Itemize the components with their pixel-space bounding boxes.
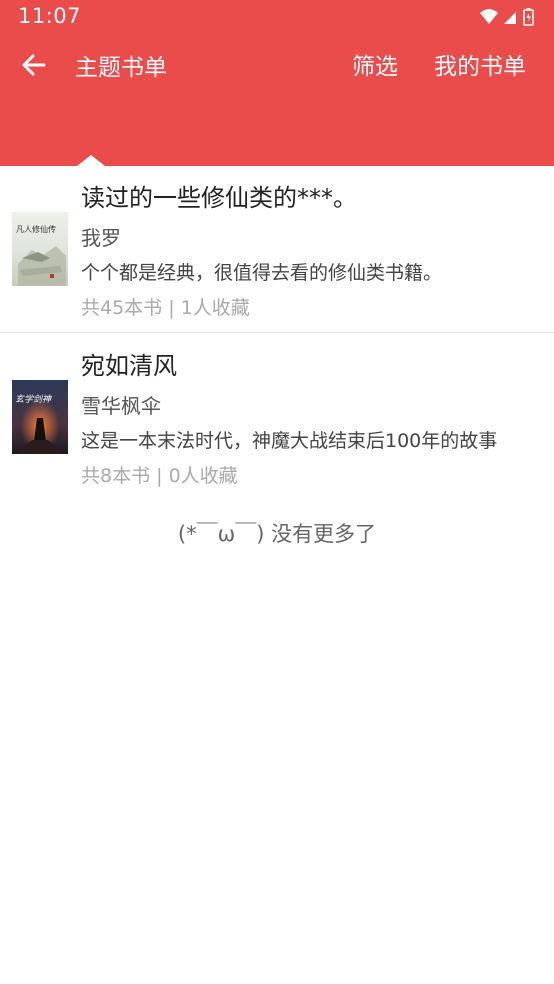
booklist-stats: 共8本书 | 0人收藏: [81, 461, 238, 488]
divider: [0, 332, 554, 333]
tab-indicator: [77, 155, 105, 166]
book-count: 共45本书: [81, 297, 163, 319]
filter-button[interactable]: 筛选: [352, 47, 398, 81]
booklist-title: 宛如清风: [81, 352, 177, 380]
book-cover-image: 玄学剑神: [12, 380, 68, 454]
svg-text:凡人修仙传: 凡人修仙传: [16, 224, 56, 234]
stats-separator: |: [156, 465, 169, 487]
status-icons: [478, 7, 538, 27]
svg-text:玄学剑神: 玄学剑神: [15, 394, 52, 405]
favorite-count: 0人收藏: [168, 465, 238, 487]
signal-icon: [504, 12, 516, 24]
booklist-author: 我罗: [81, 226, 121, 250]
wifi-icon: [480, 9, 498, 24]
favorite-count: 1人收藏: [180, 297, 250, 319]
header: 11:07 主题书单 筛选 我的书单: [0, 0, 554, 166]
no-more-indicator: (*￣ω￣) 没有更多了: [177, 522, 377, 546]
status-bar: 11:07: [0, 0, 554, 34]
arrow-left-icon: [22, 54, 46, 76]
status-time: 11:07: [18, 4, 82, 28]
list-item[interactable]: 玄学剑神 宛如清风 雪华枫伞 这是一本末法时代，神魔大战结束后100年的故事 共…: [0, 334, 554, 500]
booklist-description: 个个都是经典，很值得去看的修仙类书籍。: [81, 262, 443, 284]
battery-icon: [523, 8, 534, 26]
toolbar: 主题书单 筛选 我的书单: [0, 34, 554, 96]
booklist-description: 这是一本末法时代，神魔大战结束后100年的故事: [81, 430, 498, 452]
booklist-title: 读过的一些修仙类的***。: [81, 184, 357, 212]
book-count: 共8本书: [81, 465, 151, 487]
book-cover-image: 凡人修仙传: [12, 212, 68, 286]
stats-separator: |: [168, 297, 181, 319]
my-booklists-button[interactable]: 我的书单: [434, 47, 526, 81]
booklist-author: 雪华枫伞: [81, 394, 161, 418]
page-title: 主题书单: [75, 55, 167, 81]
list-item[interactable]: 凡人修仙传 读过的一些修仙类的***。 我罗 个个都是经典，很值得去看的修仙类书…: [0, 166, 554, 333]
back-button[interactable]: [14, 47, 54, 83]
booklist-stats: 共45本书 | 1人收藏: [81, 293, 250, 320]
